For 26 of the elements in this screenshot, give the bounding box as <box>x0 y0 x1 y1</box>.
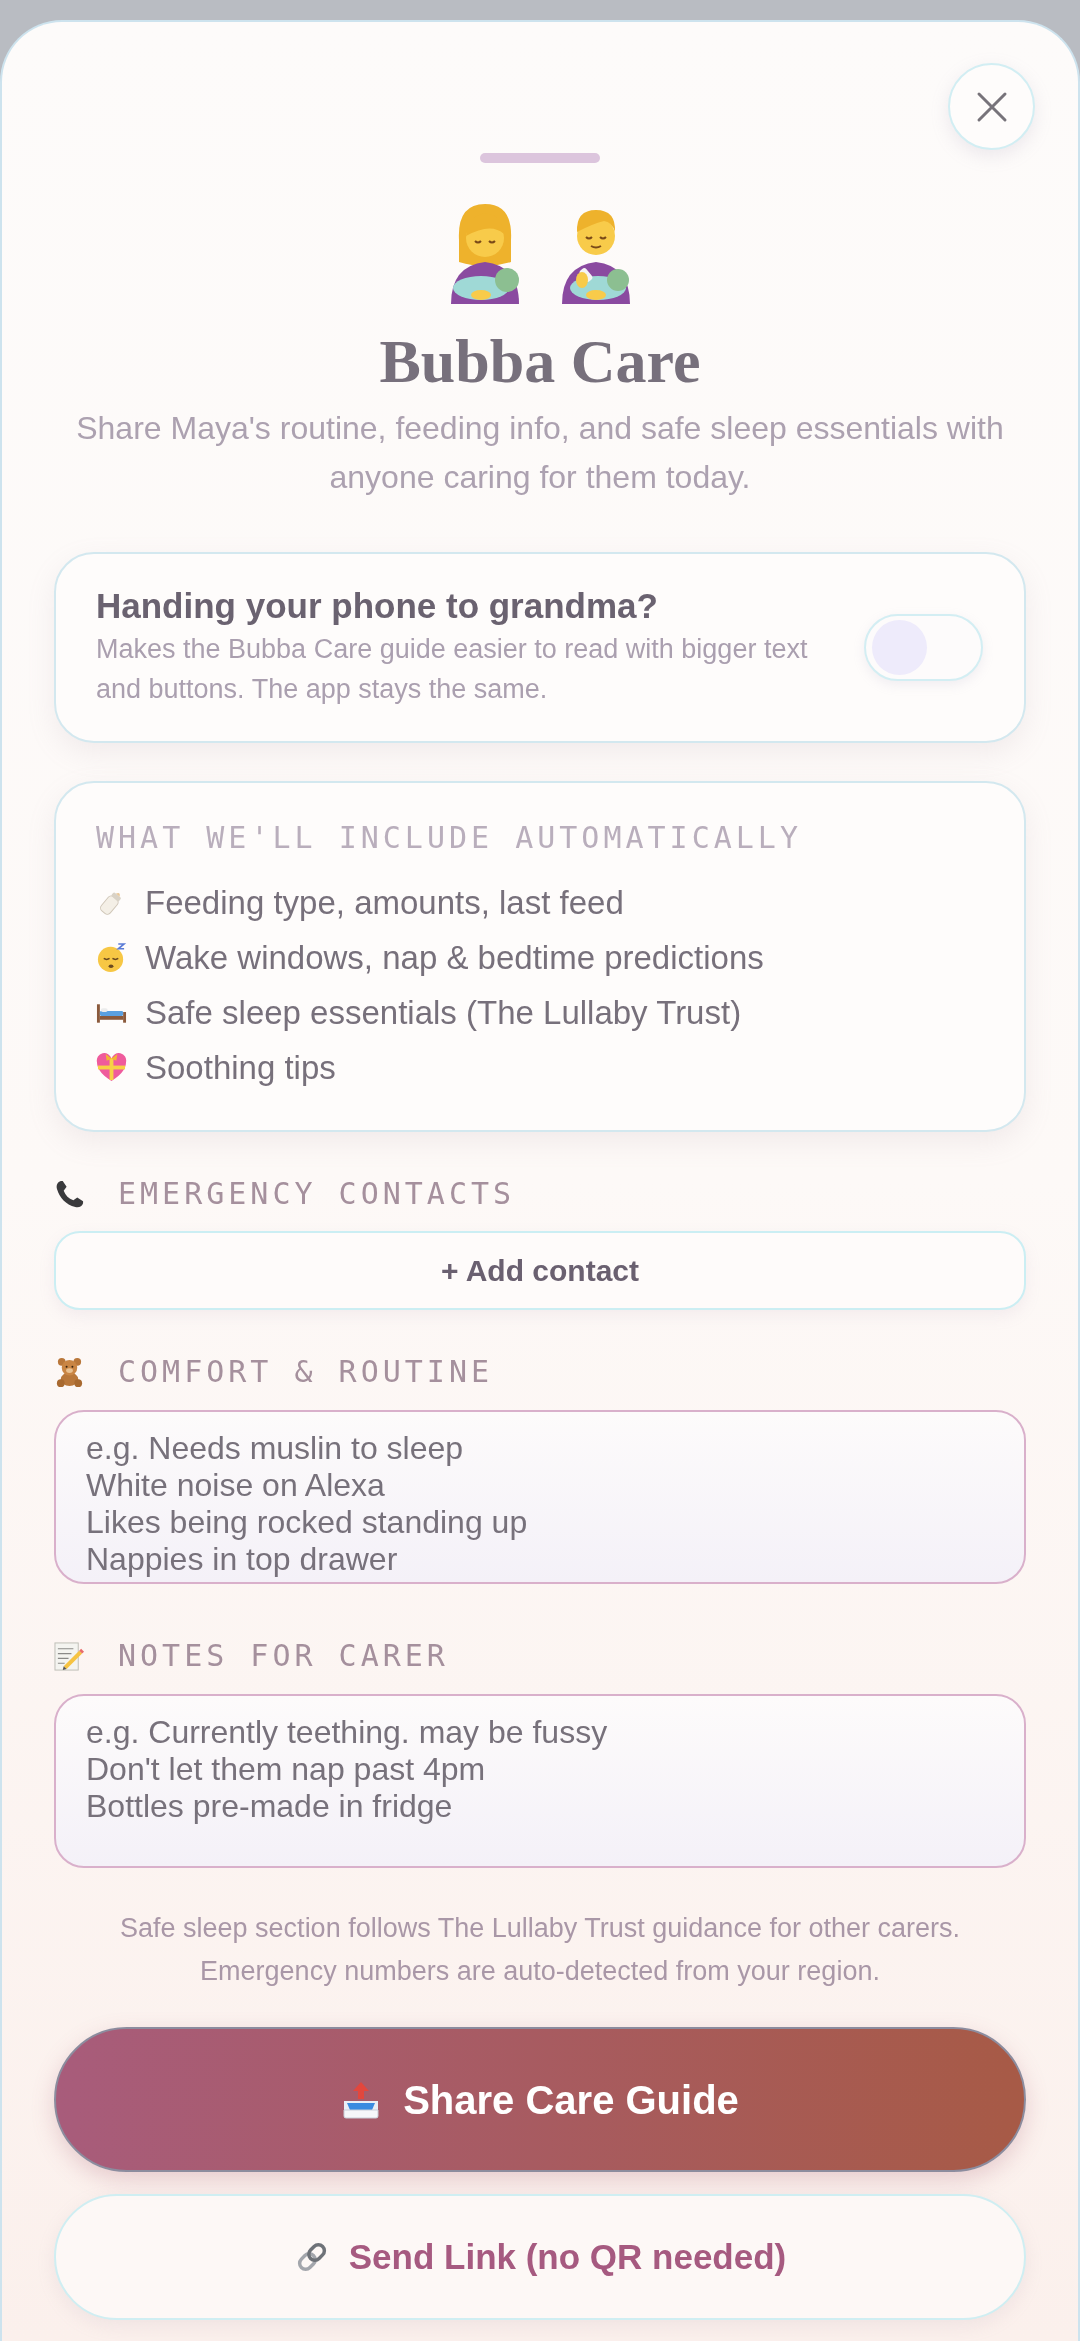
setting-description: Makes the Bubba Care guide easier to read with bigger text and buttons. The app stays the same. <box>96 633 809 706</box>
send-link-button[interactable]: Send Link (no QR needed) <box>54 2194 1026 2320</box>
section-heading: COMFORT & ROUTINE <box>118 1354 494 1390</box>
memo-pencil-icon <box>54 1640 85 1672</box>
list-item-text: Feeding type, amounts, last feed <box>145 883 624 923</box>
close-icon <box>975 90 1008 123</box>
list-item-text: Soothing tips <box>145 1048 336 1088</box>
share-button[interactable]: Share Care Guide <box>54 2027 1026 2172</box>
teddy-bear-icon <box>54 1356 85 1388</box>
setting-title: Handing your phone to grandma? <box>96 586 659 626</box>
section-heading: EMERGENCY CONTACTS <box>118 1176 516 1212</box>
section-heading: NOTES FOR CARER <box>118 1638 449 1674</box>
heart-ribbon-icon <box>96 1053 127 1082</box>
textarea-field[interactable]: e.g. Needs muslin to sleep White noise on Alexa Likes being rocked standing up Nappies in top drawer <box>54 1410 1026 1584</box>
subtitle-text: Share Maya's routine, feeding info, and safe sleep essentials with anyone caring for them today. <box>75 409 1005 497</box>
add-contact-button[interactable]: + Add contact <box>54 1231 1026 1310</box>
sleeping-face-icon <box>96 942 127 973</box>
card-heading: WHAT WE'LL INCLUDE AUTOMATICALLY <box>96 820 803 856</box>
telephone-icon <box>54 1178 85 1210</box>
bed-icon <box>96 1001 127 1024</box>
sheet-handle[interactable] <box>480 153 600 163</box>
app-title: Bubba Care <box>378 327 702 395</box>
textarea-field[interactable]: e.g. Currently teething. may be fussy Don't let them nap past 4pm Bottles pre-made in fridge <box>54 1694 1026 1868</box>
list-item-text: Wake windows, nap & bedtime predictions <box>145 938 764 978</box>
footnote-text: Safe sleep section follows The Lullaby Trust guidance for other carers. Emergency numbers are auto-detected from your region. <box>119 1912 961 1988</box>
list-item-text: Safe sleep essentials (The Lullaby Trust) <box>145 993 742 1033</box>
